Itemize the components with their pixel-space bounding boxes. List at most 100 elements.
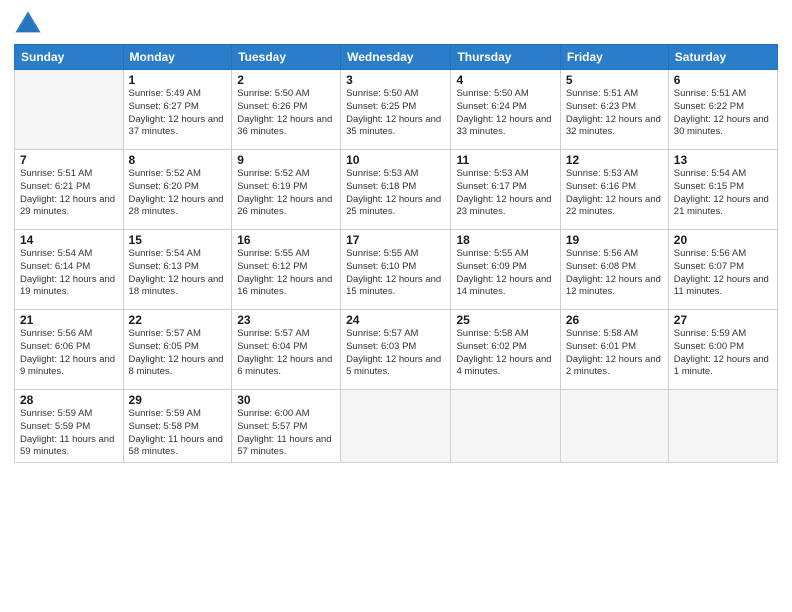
day-number: 8 xyxy=(129,153,227,167)
calendar-cell: 16Sunrise: 5:55 AM Sunset: 6:12 PM Dayli… xyxy=(232,230,341,310)
calendar-cell xyxy=(560,390,668,463)
day-number: 25 xyxy=(456,313,554,327)
day-info: Sunrise: 5:54 AM Sunset: 6:14 PM Dayligh… xyxy=(20,248,118,299)
day-number: 24 xyxy=(346,313,445,327)
day-number: 27 xyxy=(674,313,772,327)
day-number: 23 xyxy=(237,313,335,327)
page: SundayMondayTuesdayWednesdayThursdayFrid… xyxy=(0,0,792,612)
calendar-cell: 14Sunrise: 5:54 AM Sunset: 6:14 PM Dayli… xyxy=(15,230,124,310)
calendar-cell: 9Sunrise: 5:52 AM Sunset: 6:19 PM Daylig… xyxy=(232,150,341,230)
day-info: Sunrise: 5:53 AM Sunset: 6:18 PM Dayligh… xyxy=(346,168,445,219)
day-info: Sunrise: 5:54 AM Sunset: 6:13 PM Dayligh… xyxy=(129,248,227,299)
logo xyxy=(14,10,46,38)
calendar-table: SundayMondayTuesdayWednesdayThursdayFrid… xyxy=(14,44,778,463)
day-info: Sunrise: 5:59 AM Sunset: 6:00 PM Dayligh… xyxy=(674,328,772,379)
calendar-cell: 30Sunrise: 6:00 AM Sunset: 5:57 PM Dayli… xyxy=(232,390,341,463)
calendar-cell xyxy=(668,390,777,463)
calendar-cell: 27Sunrise: 5:59 AM Sunset: 6:00 PM Dayli… xyxy=(668,310,777,390)
day-number: 16 xyxy=(237,233,335,247)
day-number: 20 xyxy=(674,233,772,247)
day-number: 30 xyxy=(237,393,335,407)
day-number: 10 xyxy=(346,153,445,167)
calendar-cell: 2Sunrise: 5:50 AM Sunset: 6:26 PM Daylig… xyxy=(232,70,341,150)
calendar-cell: 4Sunrise: 5:50 AM Sunset: 6:24 PM Daylig… xyxy=(451,70,560,150)
calendar-cell: 17Sunrise: 5:55 AM Sunset: 6:10 PM Dayli… xyxy=(341,230,451,310)
calendar-cell: 13Sunrise: 5:54 AM Sunset: 6:15 PM Dayli… xyxy=(668,150,777,230)
day-number: 13 xyxy=(674,153,772,167)
day-number: 17 xyxy=(346,233,445,247)
day-number: 18 xyxy=(456,233,554,247)
day-number: 9 xyxy=(237,153,335,167)
day-info: Sunrise: 5:53 AM Sunset: 6:16 PM Dayligh… xyxy=(566,168,663,219)
calendar-cell: 12Sunrise: 5:53 AM Sunset: 6:16 PM Dayli… xyxy=(560,150,668,230)
day-info: Sunrise: 5:50 AM Sunset: 6:25 PM Dayligh… xyxy=(346,88,445,139)
day-info: Sunrise: 5:59 AM Sunset: 5:59 PM Dayligh… xyxy=(20,408,118,459)
day-number: 2 xyxy=(237,73,335,87)
day-number: 22 xyxy=(129,313,227,327)
calendar-cell xyxy=(341,390,451,463)
day-number: 6 xyxy=(674,73,772,87)
day-info: Sunrise: 5:56 AM Sunset: 6:06 PM Dayligh… xyxy=(20,328,118,379)
calendar-cell: 25Sunrise: 5:58 AM Sunset: 6:02 PM Dayli… xyxy=(451,310,560,390)
day-info: Sunrise: 5:58 AM Sunset: 6:01 PM Dayligh… xyxy=(566,328,663,379)
weekday-header: Wednesday xyxy=(341,45,451,70)
calendar-week-row: 1Sunrise: 5:49 AM Sunset: 6:27 PM Daylig… xyxy=(15,70,778,150)
calendar-cell: 8Sunrise: 5:52 AM Sunset: 6:20 PM Daylig… xyxy=(123,150,232,230)
day-number: 12 xyxy=(566,153,663,167)
day-info: Sunrise: 5:51 AM Sunset: 6:23 PM Dayligh… xyxy=(566,88,663,139)
day-number: 28 xyxy=(20,393,118,407)
weekday-header: Friday xyxy=(560,45,668,70)
calendar-cell: 18Sunrise: 5:55 AM Sunset: 6:09 PM Dayli… xyxy=(451,230,560,310)
calendar-cell: 7Sunrise: 5:51 AM Sunset: 6:21 PM Daylig… xyxy=(15,150,124,230)
calendar-cell: 3Sunrise: 5:50 AM Sunset: 6:25 PM Daylig… xyxy=(341,70,451,150)
day-info: Sunrise: 6:00 AM Sunset: 5:57 PM Dayligh… xyxy=(237,408,335,459)
calendar-cell: 22Sunrise: 5:57 AM Sunset: 6:05 PM Dayli… xyxy=(123,310,232,390)
weekday-header: Saturday xyxy=(668,45,777,70)
day-info: Sunrise: 5:56 AM Sunset: 6:07 PM Dayligh… xyxy=(674,248,772,299)
weekday-header: Thursday xyxy=(451,45,560,70)
calendar-cell: 28Sunrise: 5:59 AM Sunset: 5:59 PM Dayli… xyxy=(15,390,124,463)
calendar-cell: 20Sunrise: 5:56 AM Sunset: 6:07 PM Dayli… xyxy=(668,230,777,310)
day-info: Sunrise: 5:55 AM Sunset: 6:10 PM Dayligh… xyxy=(346,248,445,299)
day-info: Sunrise: 5:57 AM Sunset: 6:03 PM Dayligh… xyxy=(346,328,445,379)
calendar-cell: 24Sunrise: 5:57 AM Sunset: 6:03 PM Dayli… xyxy=(341,310,451,390)
calendar-cell: 6Sunrise: 5:51 AM Sunset: 6:22 PM Daylig… xyxy=(668,70,777,150)
calendar-cell: 26Sunrise: 5:58 AM Sunset: 6:01 PM Dayli… xyxy=(560,310,668,390)
calendar-week-row: 21Sunrise: 5:56 AM Sunset: 6:06 PM Dayli… xyxy=(15,310,778,390)
weekday-header-row: SundayMondayTuesdayWednesdayThursdayFrid… xyxy=(15,45,778,70)
day-number: 26 xyxy=(566,313,663,327)
day-info: Sunrise: 5:54 AM Sunset: 6:15 PM Dayligh… xyxy=(674,168,772,219)
day-number: 21 xyxy=(20,313,118,327)
calendar-cell: 15Sunrise: 5:54 AM Sunset: 6:13 PM Dayli… xyxy=(123,230,232,310)
logo-icon xyxy=(14,10,42,38)
day-info: Sunrise: 5:50 AM Sunset: 6:26 PM Dayligh… xyxy=(237,88,335,139)
day-number: 29 xyxy=(129,393,227,407)
calendar-week-row: 7Sunrise: 5:51 AM Sunset: 6:21 PM Daylig… xyxy=(15,150,778,230)
day-info: Sunrise: 5:51 AM Sunset: 6:22 PM Dayligh… xyxy=(674,88,772,139)
header xyxy=(14,10,778,38)
calendar-cell xyxy=(15,70,124,150)
day-info: Sunrise: 5:51 AM Sunset: 6:21 PM Dayligh… xyxy=(20,168,118,219)
day-number: 3 xyxy=(346,73,445,87)
calendar-cell: 5Sunrise: 5:51 AM Sunset: 6:23 PM Daylig… xyxy=(560,70,668,150)
calendar-cell: 23Sunrise: 5:57 AM Sunset: 6:04 PM Dayli… xyxy=(232,310,341,390)
day-info: Sunrise: 5:52 AM Sunset: 6:20 PM Dayligh… xyxy=(129,168,227,219)
day-info: Sunrise: 5:55 AM Sunset: 6:09 PM Dayligh… xyxy=(456,248,554,299)
day-number: 19 xyxy=(566,233,663,247)
day-info: Sunrise: 5:49 AM Sunset: 6:27 PM Dayligh… xyxy=(129,88,227,139)
day-number: 5 xyxy=(566,73,663,87)
calendar-week-row: 28Sunrise: 5:59 AM Sunset: 5:59 PM Dayli… xyxy=(15,390,778,463)
weekday-header: Sunday xyxy=(15,45,124,70)
weekday-header: Tuesday xyxy=(232,45,341,70)
calendar-cell xyxy=(451,390,560,463)
calendar-cell: 19Sunrise: 5:56 AM Sunset: 6:08 PM Dayli… xyxy=(560,230,668,310)
calendar-week-row: 14Sunrise: 5:54 AM Sunset: 6:14 PM Dayli… xyxy=(15,230,778,310)
day-number: 15 xyxy=(129,233,227,247)
calendar-cell: 21Sunrise: 5:56 AM Sunset: 6:06 PM Dayli… xyxy=(15,310,124,390)
day-number: 1 xyxy=(129,73,227,87)
day-info: Sunrise: 5:52 AM Sunset: 6:19 PM Dayligh… xyxy=(237,168,335,219)
day-info: Sunrise: 5:58 AM Sunset: 6:02 PM Dayligh… xyxy=(456,328,554,379)
day-info: Sunrise: 5:53 AM Sunset: 6:17 PM Dayligh… xyxy=(456,168,554,219)
day-number: 11 xyxy=(456,153,554,167)
weekday-header: Monday xyxy=(123,45,232,70)
